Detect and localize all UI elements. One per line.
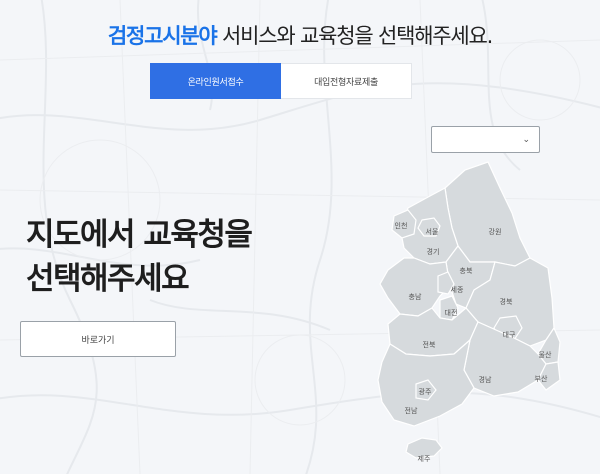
- korea-map: 인천 서울 경기 강원 충북 충남 세종 대전 경북 대구 전북 울산 광주 경…: [377, 161, 561, 463]
- label-chungnam: 충남: [409, 292, 422, 301]
- label-busan: 부산: [535, 374, 548, 383]
- intro-title: 지도에서 교육청을 선택해주세요: [26, 213, 253, 301]
- education-office-select[interactable]: ⌄: [431, 126, 540, 153]
- label-chungbuk: 충북: [460, 266, 473, 275]
- label-sejong: 세종: [451, 285, 464, 294]
- chevron-down-icon: ⌄: [522, 135, 530, 145]
- label-seoul: 서울: [426, 227, 439, 236]
- label-daejeon: 대전: [445, 308, 458, 317]
- intro-title-line2: 선택해주세요: [26, 261, 190, 297]
- label-gwangju: 광주: [419, 388, 432, 396]
- label-gyeonggi: 경기: [427, 247, 440, 256]
- label-incheon: 인천: [395, 221, 408, 230]
- label-jeonnam: 전남: [405, 406, 418, 415]
- label-gyeongnam: 경남: [479, 375, 492, 384]
- label-jeonbuk: 전북: [423, 340, 436, 349]
- service-tabs: 온라인원서접수 대입전형자료제출: [150, 63, 412, 99]
- headline-accent: 검정고시분야: [107, 24, 218, 48]
- tab-admission-data-submission[interactable]: 대입전형자료제출: [281, 63, 412, 99]
- label-ulsan: 울산: [539, 350, 552, 359]
- headline-rest: 서비스와 교육청을 선택해주세요.: [216, 24, 493, 48]
- page-headline: 검정고시분야 서비스와 교육청을 선택해주세요.: [0, 20, 600, 50]
- label-daegu: 대구: [503, 331, 516, 339]
- label-gangwon: 강원: [489, 227, 502, 236]
- label-jeju: 제주: [418, 455, 431, 463]
- intro-title-line1: 지도에서 교육청을: [26, 217, 253, 253]
- label-gyeongbuk: 경북: [500, 297, 513, 306]
- go-button[interactable]: 바로가기: [20, 321, 176, 357]
- tab-online-application[interactable]: 온라인원서접수: [150, 63, 281, 99]
